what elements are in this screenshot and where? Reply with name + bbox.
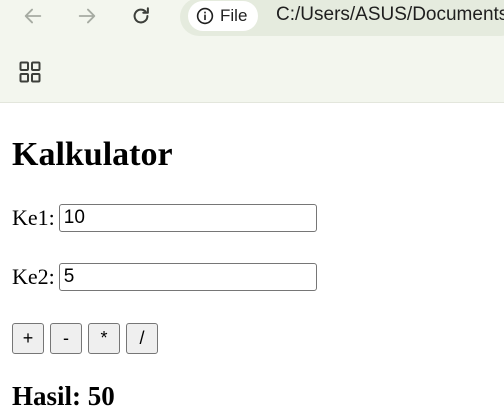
apps-grid-icon [19, 61, 41, 83]
multiply-button[interactable]: * [88, 323, 120, 354]
field-row-ke1: Ke1: [12, 204, 317, 232]
address-bar[interactable]: File C:/Users/ASUS/Documents [180, 0, 504, 36]
ke1-input[interactable] [58, 204, 317, 232]
result-text: Hasil: 50 [12, 381, 115, 411]
ke2-input[interactable] [58, 263, 317, 291]
apps-button[interactable] [14, 56, 46, 88]
arrow-left-icon [24, 8, 42, 24]
forward-button[interactable] [67, 0, 107, 32]
ke2-label: Ke2: [12, 264, 55, 289]
operator-buttons: + - * / [12, 323, 158, 354]
add-button[interactable]: + [12, 323, 44, 354]
back-button[interactable] [13, 0, 53, 32]
file-chip-label: File [220, 6, 248, 25]
field-row-ke2: Ke2: [12, 263, 317, 291]
site-info-chip[interactable]: File [188, 1, 258, 31]
info-icon [196, 7, 214, 25]
divide-button[interactable]: / [126, 323, 158, 354]
reload-icon [133, 7, 149, 24]
arrow-right-icon [78, 8, 96, 24]
url-text[interactable]: C:/Users/ASUS/Documents [276, 4, 504, 26]
ke1-label: Ke1: [12, 205, 55, 230]
page-title: Kalkulator [12, 136, 173, 173]
browser-toolbar: File C:/Users/ASUS/Documents [0, 0, 504, 103]
subtract-button[interactable]: - [50, 323, 82, 354]
reload-button[interactable] [121, 0, 161, 32]
